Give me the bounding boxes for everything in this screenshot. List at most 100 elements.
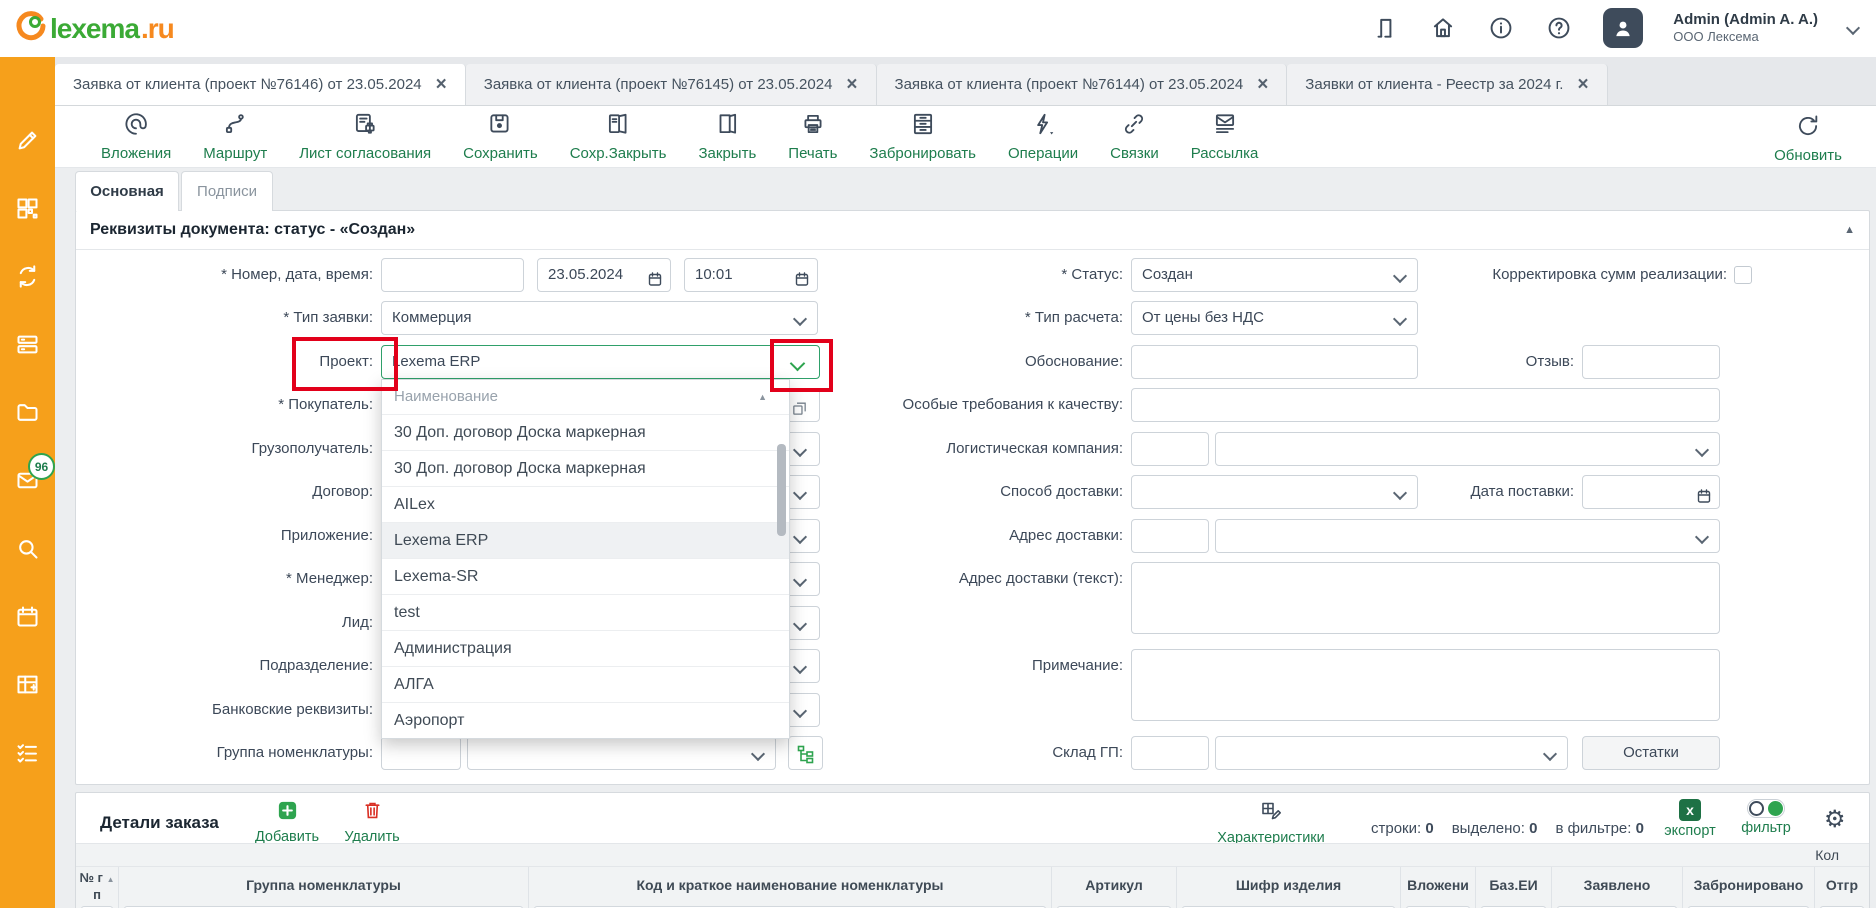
delivery-date-input[interactable]	[1582, 475, 1720, 509]
column-header-code-name[interactable]: Код и краткое наименование номенклатуры	[528, 867, 1051, 903]
info-icon[interactable]	[1487, 14, 1515, 42]
quality-input[interactable]	[1131, 388, 1720, 422]
print-button[interactable]: Печать	[772, 111, 853, 162]
route-button[interactable]: Маршрут	[187, 111, 283, 162]
close-icon[interactable]: ×	[1257, 75, 1268, 94]
approval-sheet-button[interactable]: Лист согласования	[283, 111, 447, 162]
sidebar-item-calendar[interactable]	[14, 603, 41, 630]
collapse-icon[interactable]: ▲	[1844, 224, 1855, 236]
dropdown-option[interactable]: Lexema-SR	[382, 558, 789, 594]
toggle-icon[interactable]	[1747, 799, 1785, 818]
dropdown-option[interactable]: test	[382, 594, 789, 630]
operations-button[interactable]: Операции	[992, 111, 1094, 162]
warehouse-select[interactable]	[1215, 736, 1568, 770]
reserve-button[interactable]: Забронировать	[853, 111, 992, 162]
help-icon[interactable]	[1545, 14, 1573, 42]
logo[interactable]: lexema.ru	[14, 9, 174, 48]
save-button[interactable]: Сохранить	[447, 111, 554, 162]
tab-signatures[interactable]: Подписи	[181, 171, 273, 211]
dropdown-column-header[interactable]: Наименование▲	[382, 380, 789, 414]
delivery-method-select[interactable]	[1131, 475, 1418, 509]
doc-tab-1[interactable]: Заявка от клиента (проект №76146) от 23.…	[55, 64, 466, 105]
rows-count-label: строки:	[1371, 820, 1421, 837]
sidebar-item-edit[interactable]	[14, 127, 41, 154]
dropdown-option[interactable]: АЛГА	[382, 666, 789, 702]
sidebar-item-folders[interactable]	[14, 399, 41, 426]
selected-count-value: 0	[1529, 820, 1537, 837]
filter-toggle[interactable]: фильтр	[1734, 799, 1798, 836]
dropdown-option-selected[interactable]: Lexema ERP	[382, 522, 789, 558]
user-info[interactable]: Admin (Admin A. A.) ООО Лексема	[1673, 11, 1818, 45]
logistics-select[interactable]	[1215, 432, 1720, 466]
buyer-label: * Покупатель:	[76, 388, 373, 422]
avatar[interactable]	[1603, 8, 1643, 48]
links-button[interactable]: Связки	[1094, 111, 1175, 162]
sort-asc-icon[interactable]: ▲	[758, 380, 767, 414]
column-header-nom-group[interactable]: Группа номенклатуры	[118, 867, 528, 903]
tab-main[interactable]: Основная	[75, 171, 179, 211]
note-textarea[interactable]	[1131, 649, 1720, 721]
close-icon[interactable]: ×	[1577, 75, 1588, 94]
column-header-base-unit[interactable]: Баз.ЕИ	[1475, 867, 1551, 903]
sidebar-item-lists[interactable]	[14, 331, 41, 358]
mail-badge: 96	[28, 453, 55, 480]
review-input[interactable]	[1582, 345, 1720, 379]
date-input[interactable]: 23.05.2024	[537, 258, 671, 292]
refresh-button[interactable]: Обновить	[1758, 113, 1858, 164]
column-header-shipped[interactable]: Отгр	[1814, 867, 1869, 903]
add-row-button[interactable]: Добавить	[254, 799, 320, 845]
status-select[interactable]: Создан	[1131, 258, 1418, 292]
dropdown-option[interactable]: AILex	[382, 486, 789, 522]
delivery-address-select[interactable]	[1215, 519, 1720, 553]
gear-icon[interactable]: ⚙	[1824, 805, 1846, 834]
attachments-button[interactable]: Вложения	[85, 111, 187, 162]
column-header-article[interactable]: Артикул	[1051, 867, 1176, 903]
close-icon[interactable]: ×	[846, 75, 857, 94]
column-header-attachment[interactable]: Вложени	[1400, 867, 1475, 903]
dropdown-scrollbar[interactable]	[777, 444, 786, 536]
column-header-num[interactable]: № г ▲п	[76, 867, 118, 903]
doc-tab-2[interactable]: Заявка от клиента (проект №76145) от 23.…	[466, 64, 877, 105]
sidebar-item-table-add[interactable]	[14, 671, 41, 698]
close-button[interactable]: Закрыть	[683, 111, 773, 162]
excel-export-button[interactable]: x экспорт	[1661, 799, 1719, 839]
nom-group-code-input[interactable]	[381, 736, 461, 770]
number-input[interactable]	[381, 258, 524, 292]
sidebar-item-search[interactable]	[14, 535, 41, 562]
exit-icon[interactable]	[1371, 14, 1399, 42]
nom-group-select[interactable]	[467, 736, 776, 770]
project-select[interactable]: Lexema ERP	[381, 345, 820, 379]
chevron-down-icon[interactable]	[1846, 21, 1860, 35]
delete-row-button[interactable]: Удалить	[341, 799, 403, 845]
logistics-code-input[interactable]	[1131, 432, 1209, 466]
sidebar-item-tasks[interactable]	[14, 739, 41, 766]
column-header-reserved[interactable]: Забронировано	[1682, 867, 1814, 903]
doc-tab-3[interactable]: Заявка от клиента (проект №76144) от 23.…	[877, 64, 1288, 105]
characteristics-button[interactable]: Характеристики	[1212, 799, 1330, 846]
justification-input[interactable]	[1131, 345, 1418, 379]
delivery-address-textarea[interactable]	[1131, 562, 1720, 634]
column-header-requested[interactable]: Заявлено	[1551, 867, 1682, 903]
delivery-address-code-input[interactable]	[1131, 519, 1209, 553]
dropdown-option[interactable]: Аэропорт	[382, 702, 789, 738]
mailing-button[interactable]: Рассылка	[1175, 111, 1275, 162]
dropdown-option[interactable]: 30 Доп. договор Доска маркерная	[382, 414, 789, 450]
dropdown-option[interactable]: 30 Доп. договор Доска маркерная	[382, 450, 789, 486]
dropdown-option[interactable]: Администрация	[382, 630, 789, 666]
sidebar-item-sync[interactable]	[14, 263, 41, 290]
column-header-product-code[interactable]: Шифр изделия	[1176, 867, 1400, 903]
remains-button[interactable]: Остатки	[1582, 736, 1720, 770]
justification-label: Обоснование:	[776, 345, 1123, 379]
request-type-select[interactable]: Коммерция	[381, 301, 818, 335]
project-label: Проект:	[76, 345, 373, 379]
calendar-icon[interactable]	[1696, 484, 1712, 509]
calendar-icon[interactable]	[647, 267, 663, 292]
calc-type-select[interactable]: От цены без НДС	[1131, 301, 1418, 335]
doc-tab-4[interactable]: Заявки от клиента - Реестр за 2024 г.×	[1287, 64, 1607, 105]
correction-checkbox[interactable]	[1734, 266, 1752, 284]
home-icon[interactable]	[1429, 14, 1457, 42]
save-close-button[interactable]: Сохр.Закрыть	[554, 111, 683, 162]
close-icon[interactable]: ×	[436, 75, 447, 94]
sidebar-item-modules[interactable]	[14, 195, 41, 222]
warehouse-code-input[interactable]	[1131, 736, 1209, 770]
